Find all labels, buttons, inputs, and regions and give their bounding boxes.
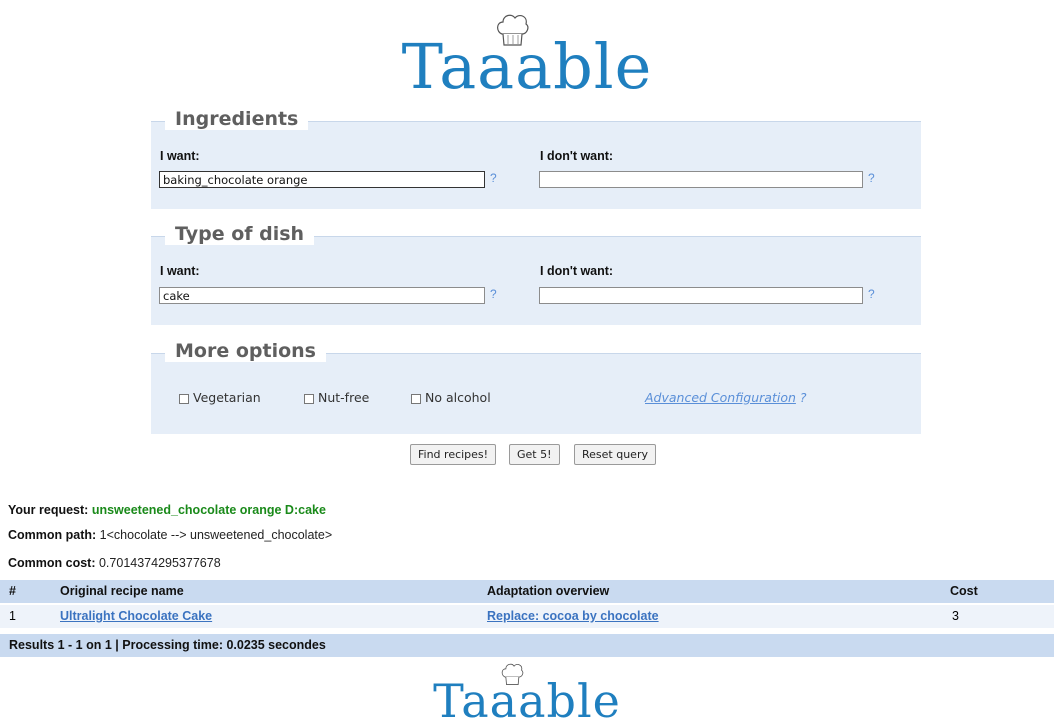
ingredients-dont-input[interactable] <box>539 171 863 188</box>
dish-dont-label: I don't want: <box>540 264 614 278</box>
dish-legend: Type of dish <box>165 223 315 245</box>
nutfree-option[interactable]: Nut-free <box>304 390 369 405</box>
path-label: Common path: <box>8 528 97 542</box>
taaable-logo: Taaable <box>402 0 653 103</box>
dish-dont-help[interactable]: ? <box>868 287 875 301</box>
find-recipes-button[interactable]: Find recipes! <box>410 444 497 465</box>
vegetarian-label: Vegetarian <box>193 390 261 405</box>
adaptation-link[interactable]: Replace: cocoa by chocolate <box>487 605 659 628</box>
nutfree-label: Nut-free <box>318 390 370 405</box>
dish-want-input[interactable] <box>159 287 485 304</box>
ingredients-want-help[interactable]: ? <box>490 171 497 185</box>
top-logo-wrap: Taaable <box>0 0 1054 103</box>
cost-value: 0.7014374295377678 <box>98 556 221 570</box>
bottom-logo-wrap: Taaable <box>0 660 1054 728</box>
results-summary: Results 1 - 1 on 1 | Processing time: 0.… <box>9 638 326 652</box>
results-footer: Results 1 - 1 on 1 | Processing time: 0.… <box>0 634 1054 657</box>
header-adaptation: Adaptation overview <box>487 584 610 598</box>
taaable-logo-bottom: Taaable <box>433 660 621 728</box>
ingredients-want-label: I want: <box>160 149 200 163</box>
advanced-config-help[interactable]: ? <box>800 390 807 405</box>
ingredients-dont-label: I don't want: <box>540 149 614 163</box>
ingredients-want-input[interactable] <box>159 171 485 188</box>
nutfree-checkbox[interactable] <box>304 393 314 404</box>
noalcohol-option[interactable]: No alcohol <box>411 390 491 405</box>
recipe-link[interactable]: Ultralight Chocolate Cake <box>60 605 212 628</box>
logo-text: Taaable <box>401 30 653 103</box>
request-label: Your request: <box>8 503 89 517</box>
reset-query-button[interactable]: Reset query <box>574 444 656 465</box>
get-5-button[interactable]: Get 5! <box>509 444 560 465</box>
path-line: Common path: 1<chocolate --> unsweetened… <box>8 528 332 542</box>
ingredients-panel: Ingredients I want: ? I don't want: ? <box>151 108 921 209</box>
row-cost: 3 <box>952 609 959 623</box>
vegetarian-checkbox[interactable] <box>179 393 189 404</box>
noalcohol-label: No alcohol <box>425 390 491 405</box>
options-panel: More options Vegetarian Nut-free No alco… <box>151 340 921 434</box>
request-value: unsweetened_chocolate orange D:cake <box>91 503 326 517</box>
vegetarian-option[interactable]: Vegetarian <box>179 390 261 405</box>
dish-panel: Type of dish I want: ? I don't want: ? <box>151 223 921 325</box>
results-table-header: # Original recipe name Adaptation overvi… <box>0 580 1054 603</box>
cost-line: Common cost: 0.7014374295377678 <box>8 556 221 570</box>
dish-want-help[interactable]: ? <box>490 287 497 301</box>
ingredients-legend: Ingredients <box>165 108 309 130</box>
request-line: Your request: unsweetened_chocolate oran… <box>8 503 326 517</box>
header-cost: Cost <box>950 584 978 598</box>
dish-dont-input[interactable] <box>539 287 863 304</box>
options-legend: More options <box>165 340 326 362</box>
cost-label: Common cost: <box>8 556 96 570</box>
dish-want-label: I want: <box>160 264 200 278</box>
table-row: 1 Ultralight Chocolate Cake Replace: coc… <box>0 605 1054 628</box>
path-value: 1<chocolate --> unsweetened_chocolate> <box>99 528 333 542</box>
ingredients-dont-help[interactable]: ? <box>868 171 875 185</box>
advanced-config-link[interactable]: Advanced Configuration <box>645 390 796 405</box>
noalcohol-checkbox[interactable] <box>411 393 421 404</box>
header-recipe-name: Original recipe name <box>60 584 184 598</box>
advanced-config: Advanced Configuration ? <box>645 390 807 405</box>
header-num: # <box>9 584 16 598</box>
row-num: 1 <box>9 609 16 623</box>
